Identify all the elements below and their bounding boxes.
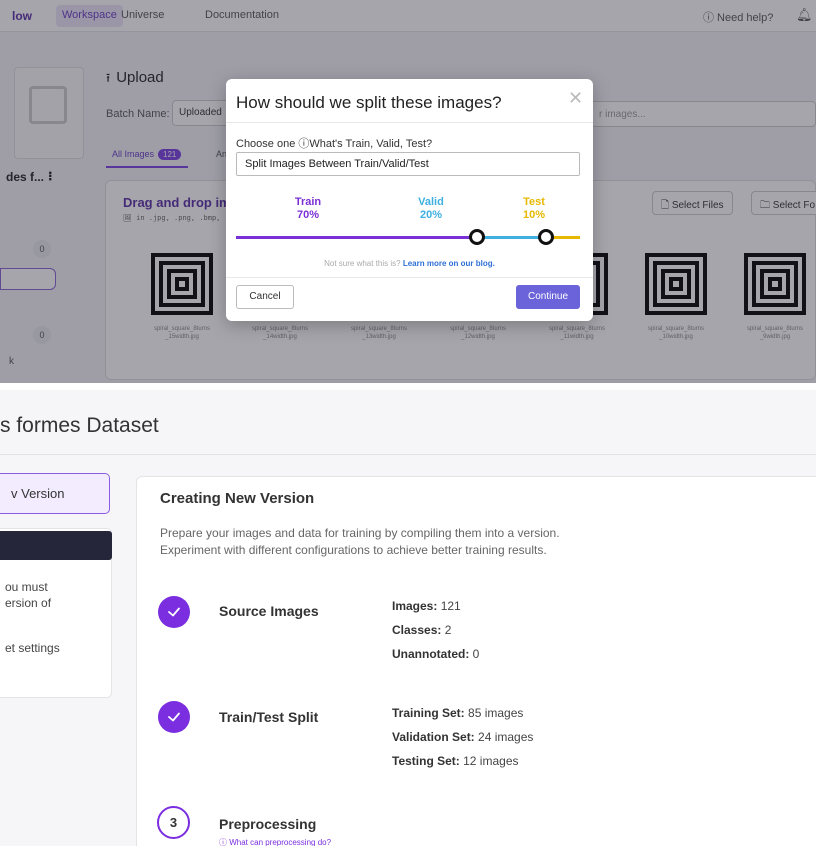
step-complete-check-icon (158, 596, 190, 628)
valid-label: Valid (418, 196, 444, 208)
test-label: Test (523, 196, 545, 208)
dataset-title: s formes Dataset (0, 414, 159, 437)
sidebar-dark-header (0, 531, 112, 560)
stat-value: 121 (440, 599, 461, 613)
stat-key: Images: (392, 599, 438, 613)
step-source-images[interactable]: Source Images (219, 603, 319, 619)
stat-key: Classes: (392, 623, 442, 637)
panel-description: Experiment with different configurations… (160, 543, 547, 557)
divider (226, 122, 593, 123)
stat-testing-set: Testing Set: 12 images (392, 754, 519, 768)
panel-description: Prepare your images and data for trainin… (160, 526, 560, 540)
preprocessing-help-link[interactable]: ⓘ What can preprocessing do? (219, 837, 331, 846)
split-method-select[interactable]: Split Images Between Train/Valid/Test (236, 152, 580, 176)
stat-value: 0 (472, 647, 480, 661)
test-percent: 10% (522, 209, 546, 221)
valid-percent: 20% (419, 209, 443, 221)
step-train-test-split[interactable]: Train/Test Split (219, 709, 318, 725)
stat-value: 2 (444, 623, 452, 637)
sidebar-info-text: ersion of (5, 596, 52, 610)
stat-key: Validation Set: (392, 730, 475, 744)
divider (0, 454, 816, 455)
upload-screenshot: low Workspace Universe Documentation ⓘ N… (0, 0, 816, 383)
new-version-label: v Version (11, 486, 65, 501)
stat-validation-set: Validation Set: 24 images (392, 730, 533, 744)
split-handle-valid-test[interactable] (537, 229, 554, 245)
panel-heading: Creating New Version (160, 490, 315, 507)
step-preprocessing[interactable]: Preprocessing (219, 816, 316, 832)
valid-segment (476, 236, 546, 239)
sidebar-settings-link[interactable]: et settings (5, 641, 60, 655)
sidebar-info-text: ou must (5, 580, 48, 594)
step-number-badge: 3 (157, 806, 190, 839)
stat-training-set: Training Set: 85 images (392, 706, 523, 720)
stat-key: Unannotated: (392, 647, 470, 661)
stat-unannotated: Unannotated: 0 (392, 647, 479, 661)
cancel-button[interactable]: Cancel (236, 285, 294, 309)
stat-value: 85 images (468, 706, 524, 720)
split-handle-train-valid[interactable] (468, 229, 485, 245)
stat-value: 24 images (478, 730, 534, 744)
train-label: Train (294, 196, 322, 208)
train-percent: 70% (296, 209, 320, 221)
close-icon[interactable]: ✕ (568, 88, 583, 109)
learn-more-prefix: Not sure what this is? (324, 259, 401, 268)
continue-button[interactable]: Continue (516, 285, 580, 309)
learn-more-text: Not sure what this is? Learn more on our… (226, 259, 593, 268)
train-segment (236, 236, 477, 239)
split-dialog: How should we split these images? ✕ Choo… (226, 79, 593, 321)
choose-label[interactable]: Choose one ⓘWhat's Train, Valid, Test? (236, 135, 432, 151)
stat-classes: Classes: 2 (392, 623, 451, 637)
divider (226, 277, 593, 278)
new-version-button[interactable]: v Version (0, 473, 110, 514)
version-screenshot: s formes Dataset v Version ou must ersio… (0, 390, 816, 846)
stat-key: Testing Set: (392, 754, 460, 768)
stat-key: Training Set: (392, 706, 465, 720)
stat-images: Images: 121 (392, 599, 461, 613)
stat-value: 12 images (463, 754, 519, 768)
dialog-title: How should we split these images? (236, 93, 502, 112)
learn-more-link[interactable]: Learn more on our blog. (403, 259, 495, 268)
step-complete-check-icon (158, 701, 190, 733)
